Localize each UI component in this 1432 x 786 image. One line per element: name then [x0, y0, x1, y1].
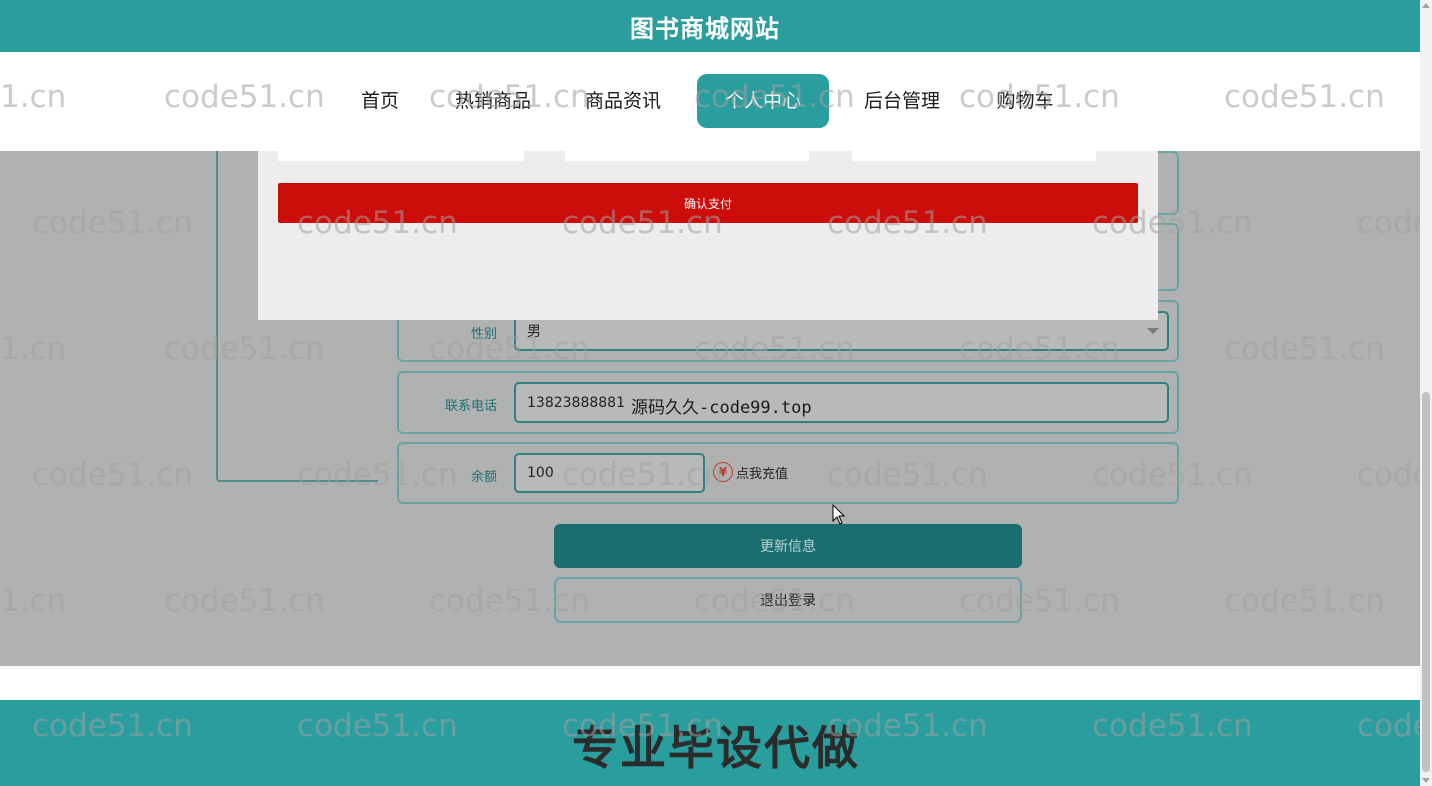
nav-item-personal-center[interactable]: 个人中心	[697, 74, 829, 128]
nav-item-cart[interactable]: 购物车	[984, 74, 1066, 128]
balance-label: 余额	[470, 470, 497, 485]
scrollbar-thumb[interactable]	[1422, 392, 1430, 772]
site-header: 图书商城网站	[0, 0, 1420, 52]
logout-button[interactable]: 退出登录	[554, 577, 1022, 623]
scroll-down-arrow-icon[interactable]	[1422, 778, 1430, 783]
yuan-icon: ¥	[713, 462, 733, 482]
update-info-button[interactable]: 更新信息	[554, 524, 1022, 568]
site-title: 图书商城网站	[630, 14, 780, 43]
mouse-cursor-icon	[832, 504, 846, 525]
phone-label: 联系电话	[444, 399, 497, 414]
recharge-label: 点我充值	[736, 466, 789, 482]
balance-input[interactable]: 100	[514, 453, 705, 493]
chevron-down-icon	[1147, 328, 1159, 334]
payment-modal: 确认支付	[258, 151, 1158, 320]
payment-option-edge-2	[565, 151, 809, 161]
confirm-pay-button[interactable]: 确认支付	[278, 183, 1138, 223]
gender-value: 男	[527, 324, 541, 340]
nav-item-product-news[interactable]: 商品资讯	[571, 74, 675, 128]
footer-gap	[0, 666, 1420, 700]
phone-value: 13823888881	[527, 394, 625, 411]
nav-item-hot-products[interactable]: 热销商品	[441, 74, 545, 128]
main-nav: 首页 热销商品 商品资讯 个人中心 后台管理 购物车	[0, 52, 1420, 151]
nav-item-admin[interactable]: 后台管理	[850, 74, 954, 128]
footer-banner-text: 专业毕设代做	[572, 721, 860, 775]
nav-item-home[interactable]: 首页	[348, 74, 412, 128]
phone-input[interactable]: 13823888881	[514, 382, 1169, 423]
balance-value: 100	[527, 465, 554, 481]
gender-label: 性别	[470, 327, 497, 342]
payment-option-edge-1	[278, 151, 524, 161]
source-overlay-text: 源码久久-code99.top	[631, 398, 812, 418]
recharge-link[interactable]: ¥ 点我充值	[713, 462, 788, 482]
payment-option-edge-3	[852, 151, 1096, 161]
page-scrollbar[interactable]	[1420, 0, 1432, 786]
scroll-up-arrow-icon[interactable]	[1422, 3, 1430, 8]
